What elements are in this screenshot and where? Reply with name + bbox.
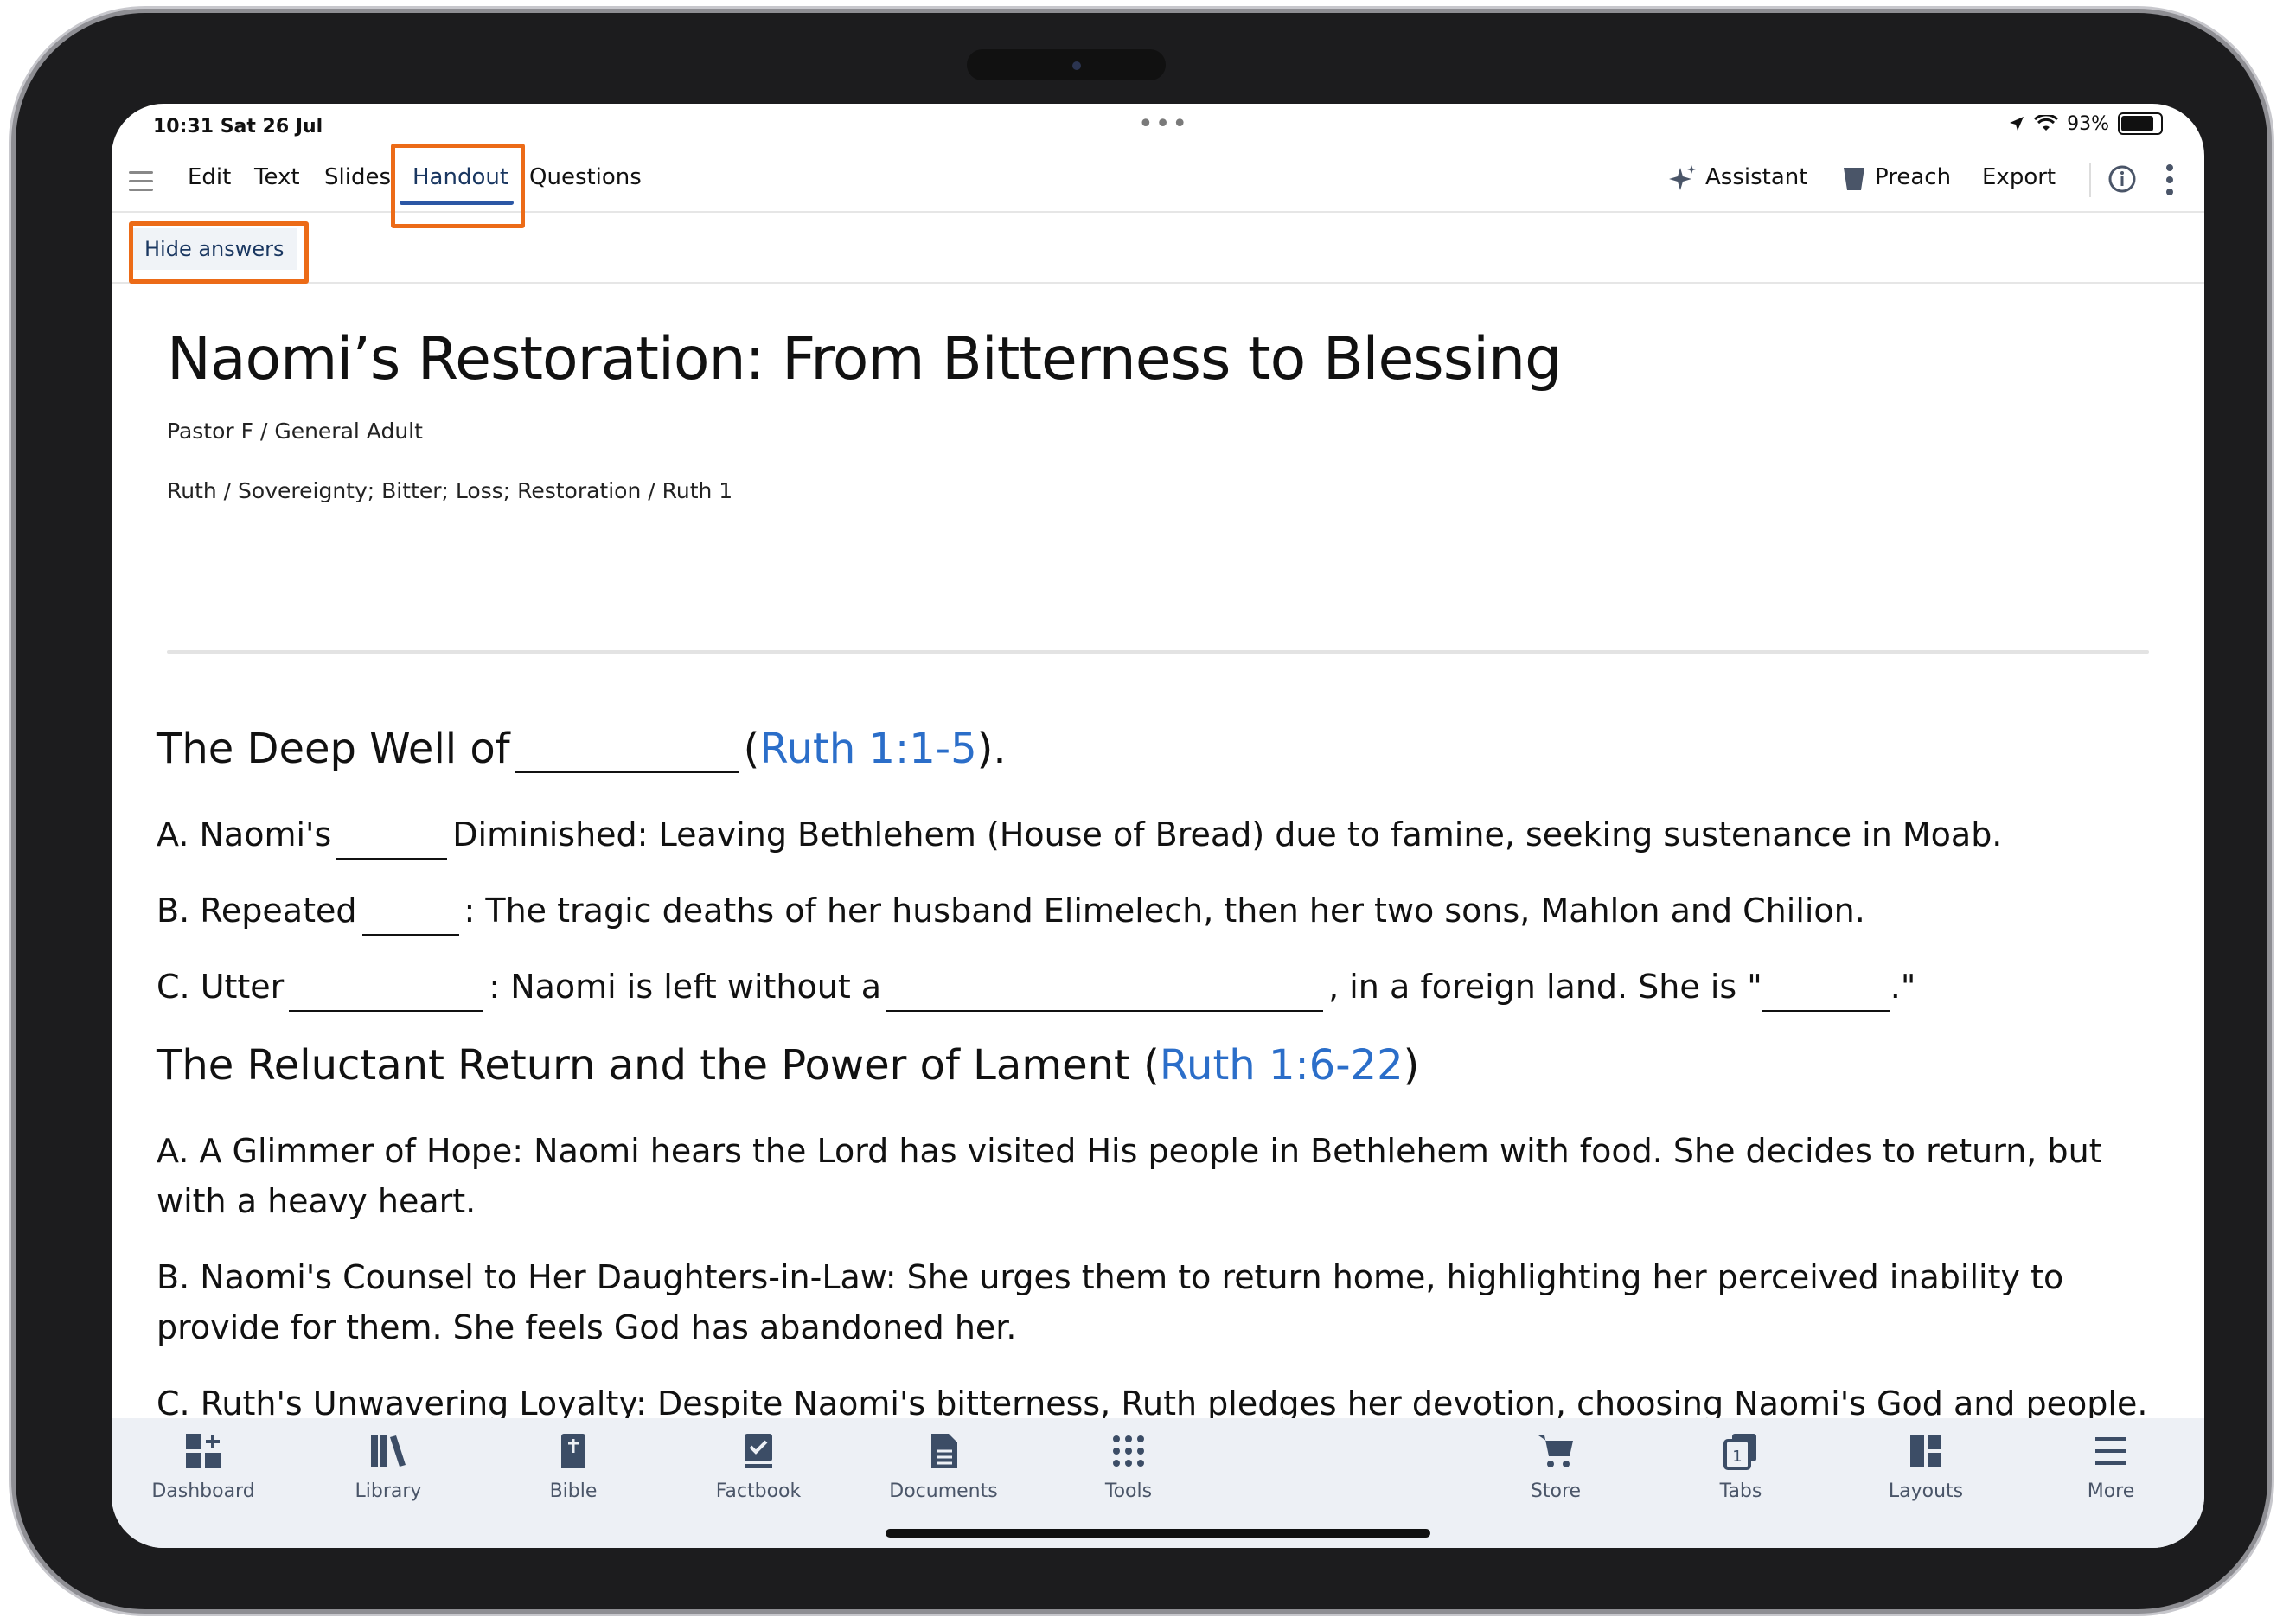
tab-label: More (2087, 1480, 2135, 1502)
tab-factbook[interactable]: Factbook (689, 1427, 828, 1502)
handout-options-bar: Hide answers (112, 213, 2204, 284)
cart-icon (1538, 1435, 1573, 1467)
status-bar: 10:31 Sat 26 Jul ••• 93% (112, 104, 2204, 147)
tab-label: Tools (1104, 1480, 1153, 1502)
title-divider (167, 650, 2149, 654)
dashboard-icon (186, 1434, 221, 1468)
tab-library[interactable]: Library (319, 1427, 457, 1502)
point-text: B. Repeated (157, 892, 357, 930)
camera-lens (1072, 61, 1081, 70)
tab-tabs[interactable]: 1 Tabs (1672, 1427, 1810, 1502)
heading-text: The Deep Well of (157, 725, 510, 773)
answer-blank[interactable] (515, 737, 739, 773)
toolbar-divider (2089, 163, 2091, 197)
tools-grid-icon (1113, 1435, 1144, 1467)
handout-document: Naomi’s Restoration: From Bitterness to … (112, 284, 2204, 1473)
tab-label: Dashboard (151, 1480, 255, 1502)
point-1c: C. Utter : Naomi is left without a , in a … (157, 962, 1915, 1012)
tab-questions[interactable]: Questions (529, 164, 642, 190)
point-2a: A. A Glimmer of Hope: Naomi hears the Lo… (157, 1132, 2102, 1220)
scripture-link[interactable]: Ruth 1:6-22 (1160, 1041, 1404, 1090)
multitask-dots[interactable]: ••• (1138, 109, 1189, 139)
heading-paren: ) (1403, 1041, 1420, 1090)
factbook-icon (745, 1434, 772, 1468)
answer-blank[interactable] (289, 975, 484, 1012)
assistant-button[interactable]: Assistant (1705, 164, 1807, 190)
layouts-icon (1910, 1435, 1941, 1467)
tab-label: Tabs (1719, 1480, 1762, 1502)
svg-text:1: 1 (1732, 1448, 1742, 1466)
tab-edit[interactable]: Edit (188, 164, 231, 190)
battery-icon (2118, 112, 2163, 135)
tab-documents[interactable]: Documents (874, 1427, 1013, 1502)
document-title: Naomi’s Restoration: From Bitterness to … (167, 325, 1562, 393)
library-icon (371, 1435, 406, 1467)
point-1b: B. Repeated : The tragic deaths of her hu… (157, 886, 1865, 936)
sparkle-icon (1669, 165, 1696, 190)
screen: 10:31 Sat 26 Jul ••• 93% Edit Text Slide… (112, 104, 2204, 1548)
answer-blank[interactable] (886, 975, 1324, 1012)
bottom-tab-bar: Dashboard Library Bible Factbook Documen… (112, 1418, 2204, 1548)
point-text: ." (1890, 968, 1916, 1006)
status-time: 10:31 Sat 26 Jul (153, 116, 323, 137)
point-text: A. Naomi's (157, 815, 332, 854)
location-icon (2010, 117, 2024, 131)
answer-blank[interactable] (361, 899, 459, 936)
point-text: Diminished: Leaving Bethlehem (House of … (452, 815, 2003, 854)
heading-text: The Reluctant Return and the Power of La… (157, 1041, 1160, 1090)
section-heading-2: The Reluctant Return and the Power of La… (157, 1041, 1419, 1090)
point-text: , in a foreign land. She is " (1328, 968, 1762, 1006)
point-text: : The tragic deaths of her husband Elime… (464, 892, 1865, 930)
topics-line: Ruth / Sovereignty; Bitter; Loss; Restor… (167, 478, 733, 503)
point-2b: B. Naomi's Counsel to Her Daughters-in-L… (157, 1258, 2064, 1346)
tab-bible[interactable]: Bible (504, 1427, 643, 1502)
tab-label: Documents (889, 1480, 998, 1502)
menu-icon[interactable] (129, 171, 153, 197)
tab-store[interactable]: Store (1487, 1427, 1625, 1502)
tab-label: Factbook (715, 1480, 802, 1502)
preach-button[interactable]: Preach (1875, 164, 1951, 190)
pulpit-icon (1844, 168, 1864, 190)
tab-label: Store (1530, 1480, 1582, 1502)
point-text: C. Utter (157, 968, 285, 1006)
tab-label: Library (355, 1480, 422, 1502)
home-indicator[interactable] (886, 1529, 1430, 1538)
more-menu-icon (2095, 1437, 2126, 1465)
camera-housing (967, 49, 1166, 80)
section-heading-1: The Deep Well of (Ruth 1:1-5). (157, 725, 1007, 773)
tab-dashboard[interactable]: Dashboard (134, 1427, 272, 1502)
battery-percent: 93% (2067, 112, 2109, 135)
document-icon (931, 1434, 957, 1468)
tab-label: Bible (549, 1480, 598, 1502)
device-frame: 10:31 Sat 26 Jul ••• 93% Edit Text Slide… (16, 13, 2267, 1609)
export-button[interactable]: Export (1982, 164, 2056, 190)
point-1a: A. Naomi's Diminished: Leaving Bethlehem … (157, 809, 2002, 860)
tab-slides[interactable]: Slides (324, 164, 391, 190)
scripture-link[interactable]: Ruth 1:1-5 (759, 725, 976, 773)
heading-paren: ( (743, 725, 760, 773)
tab-text[interactable]: Text (254, 164, 300, 190)
top-toolbar: Edit Text Slides Handout Questions Assis… (112, 144, 2204, 228)
tab-label: Layouts (1888, 1480, 1964, 1502)
tab-layouts[interactable]: Layouts (1857, 1427, 1995, 1502)
heading-paren: ). (976, 725, 1007, 773)
bible-icon (561, 1434, 585, 1468)
hide-answers-highlight (129, 221, 309, 284)
wifi-icon (2034, 115, 2059, 131)
tab-more[interactable]: More (2042, 1427, 2180, 1502)
info-icon[interactable] (2107, 164, 2137, 194)
more-options-icon[interactable] (2165, 163, 2175, 197)
author-line: Pastor F / General Adult (167, 419, 423, 444)
tabs-icon: 1 (1723, 1434, 1756, 1470)
point-text: : Naomi is left without a (489, 968, 882, 1006)
answer-blank[interactable] (336, 823, 448, 860)
tab-tools[interactable]: Tools (1059, 1427, 1198, 1502)
answer-blank[interactable] (1762, 975, 1890, 1012)
